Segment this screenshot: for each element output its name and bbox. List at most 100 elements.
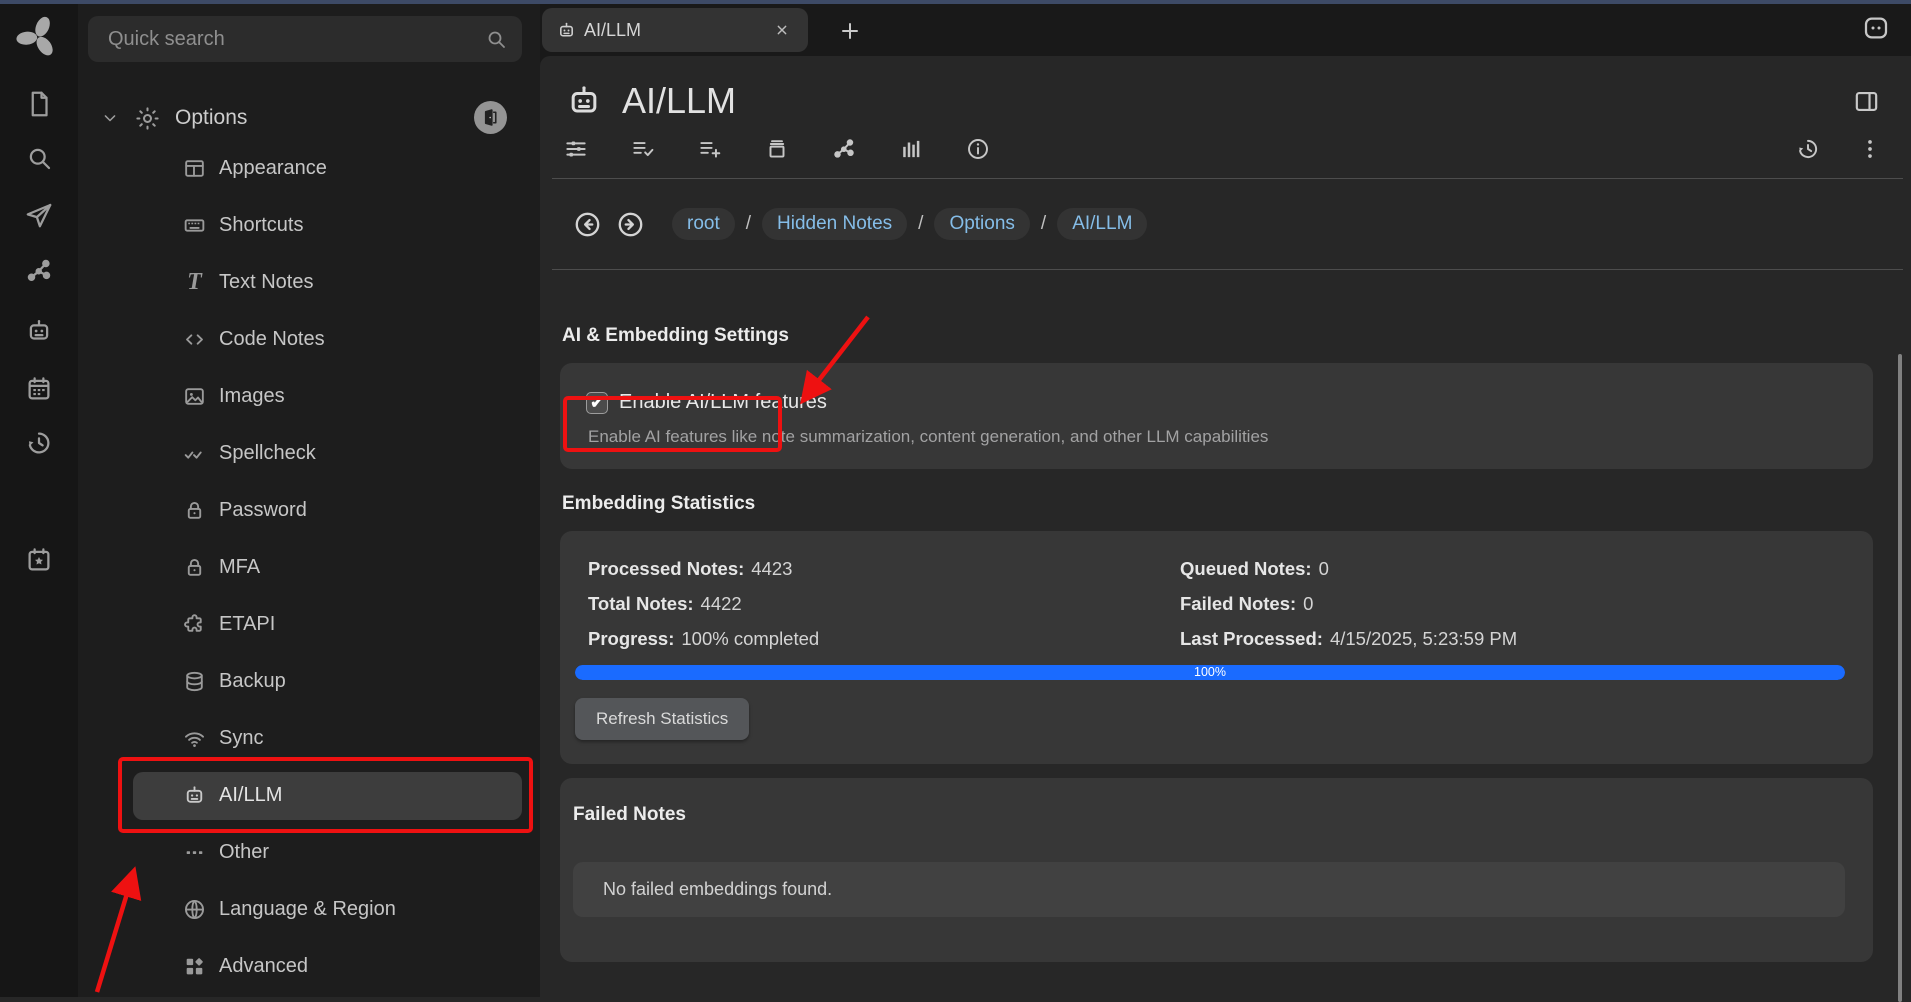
stat-processed-notes: Processed Notes:4423: [588, 551, 1180, 586]
sidebar-item-backup[interactable]: Backup: [78, 653, 540, 710]
kebab-menu-icon[interactable]: [1857, 136, 1883, 162]
enable-ai-checkbox[interactable]: ✔: [586, 392, 608, 414]
main-pane: AI/LLM AI/LLM: [540, 4, 1911, 997]
bookmarked-day-icon[interactable]: [24, 545, 54, 575]
breadcrumb-divider: [552, 269, 1903, 270]
new-tab-button[interactable]: [828, 14, 860, 46]
lock-icon: [182, 555, 207, 580]
stat-queued-notes: Queued Notes:0: [1180, 551, 1845, 586]
sidebar-item-code-notes[interactable]: Code Notes: [78, 311, 540, 368]
chevron-down-icon[interactable]: [100, 108, 120, 128]
failed-notes-empty-message: No failed embeddings found.: [573, 862, 1845, 917]
info-circle-icon[interactable]: [965, 136, 991, 162]
sidebar-item-etapi[interactable]: ETAPI: [78, 596, 540, 653]
spellcheck-icon: [182, 441, 207, 466]
right-panel-toggle-icon[interactable]: [1852, 87, 1881, 116]
sidebar-item-options[interactable]: Options: [78, 96, 540, 140]
ai-settings-card: ✔ Enable AI/LLM features Enable AI featu…: [560, 363, 1873, 469]
stat-total-notes: Total Notes:4422: [588, 586, 1180, 621]
sidebar-item-label: Shortcuts: [219, 214, 303, 237]
scrollbar-thumb[interactable]: [1898, 354, 1902, 1002]
relation-map-icon[interactable]: [24, 256, 54, 286]
keyboard-icon: [182, 213, 207, 238]
appearance-icon: [182, 156, 207, 181]
new-note-icon[interactable]: [24, 89, 54, 119]
sidebar-item-language-region[interactable]: Language & Region: [78, 881, 540, 938]
enable-ai-description: Enable AI features like note summarizati…: [586, 427, 1847, 447]
sidebar-item-advanced[interactable]: Advanced: [78, 938, 540, 995]
refresh-statistics-button[interactable]: Refresh Statistics: [575, 698, 749, 740]
sidebar-item-label: Appearance: [219, 157, 327, 180]
breadcrumb-item-options[interactable]: Options: [934, 208, 1029, 240]
sidebar-item-spellcheck[interactable]: Spellcheck: [78, 425, 540, 482]
embedding-stats-card: Processed Notes:4423Total Notes:4422Prog…: [560, 531, 1873, 764]
sidebar-item-ai-llm[interactable]: AI/LLM: [78, 767, 540, 824]
sidebar-item-images[interactable]: Images: [78, 368, 540, 425]
inherited-attributes-icon[interactable]: [697, 136, 723, 162]
sidebar-item-label: Sync: [219, 727, 263, 750]
options-sections: AI & Embedding Settings ✔ Enable AI/LLM …: [540, 325, 1911, 962]
puzzle-icon: [182, 612, 207, 637]
calendar-icon[interactable]: [24, 374, 54, 404]
chat-bubble-icon[interactable]: [1861, 13, 1891, 43]
nav-back-icon[interactable]: [572, 209, 603, 240]
sidebar-item-label: Text Notes: [219, 271, 313, 294]
stat-last-processed: Last Processed:4/15/2025, 5:23:59 PM: [1180, 621, 1845, 656]
sidebar-item-label: Options: [175, 106, 247, 130]
sidebar-item-mfa[interactable]: MFA: [78, 539, 540, 596]
basic-properties-icon[interactable]: [563, 136, 589, 162]
launcher-bar: [0, 4, 78, 997]
sidebar-item-password[interactable]: Password: [78, 482, 540, 539]
sidebar-item-label: Password: [219, 499, 307, 522]
quick-search-input[interactable]: [106, 27, 484, 52]
note-tree-sidebar: Options Appearance Shortcuts TText NotesCo…: [78, 4, 540, 997]
enable-ai-row[interactable]: ✔ Enable AI/LLM features: [586, 391, 1847, 414]
quick-search-box[interactable]: [88, 16, 522, 62]
search-icon: [484, 27, 508, 51]
owned-attributes-icon[interactable]: [630, 136, 656, 162]
sidebar-item-label: Backup: [219, 670, 286, 693]
sidebar-item-label: MFA: [219, 556, 260, 579]
search-icon[interactable]: [24, 143, 54, 173]
recent-changes-icon[interactable]: [24, 428, 54, 458]
sidebar-item-appearance[interactable]: Appearance: [78, 140, 540, 197]
sidebar-item-other[interactable]: Other: [78, 824, 540, 881]
squares-icon: [182, 954, 207, 979]
jump-to-icon[interactable]: [24, 200, 54, 230]
trilium-logo-icon: [13, 12, 63, 62]
ai-chat-icon[interactable]: [24, 316, 54, 346]
image-icon: [182, 384, 207, 409]
note-title: AI/LLM: [622, 80, 736, 122]
embedding-progress-bar: 100%: [575, 665, 1845, 680]
door-open-icon[interactable]: [474, 101, 507, 134]
failed-notes-heading: Failed Notes: [573, 804, 1845, 826]
stat-progress: Progress:100% completed: [588, 621, 1180, 656]
robot-icon: [556, 20, 577, 41]
embedding-stats-heading: Embedding Statistics: [562, 493, 1873, 515]
breadcrumb: root/Hidden Notes/Options/AI/LLM: [540, 179, 1911, 269]
tab-ai-llm[interactable]: AI/LLM: [542, 8, 808, 52]
sidebar-item-label: Advanced: [219, 955, 308, 978]
enable-ai-label[interactable]: Enable AI/LLM features: [619, 391, 827, 414]
sidebar-item-label: AI/LLM: [219, 784, 282, 807]
robot-icon: [182, 783, 207, 808]
note-detail-pane: AI/LLM root/Hidden Notes/Options/AI/LLM …: [540, 56, 1911, 997]
sidebar-item-text-notes[interactable]: TText Notes: [78, 254, 540, 311]
sidebar-item-sync[interactable]: Sync: [78, 710, 540, 767]
sidebar-item-shortcuts[interactable]: Shortcuts: [78, 197, 540, 254]
close-icon[interactable]: [774, 22, 790, 38]
stat-failed-notes: Failed Notes:0: [1180, 586, 1845, 621]
nav-forward-icon[interactable]: [615, 209, 646, 240]
note-paths-icon[interactable]: [764, 136, 790, 162]
note-title-row: AI/LLM: [540, 56, 1911, 122]
sidebar-item-label: Language & Region: [219, 898, 396, 921]
note-toolbar: [540, 136, 1911, 178]
breadcrumb-item-root[interactable]: root: [672, 208, 735, 240]
breadcrumb-item-hidden-notes[interactable]: Hidden Notes: [762, 208, 907, 240]
embedding-progress-fill: 100%: [575, 665, 1845, 680]
note-info-icon[interactable]: [898, 136, 924, 162]
breadcrumb-item-ai-llm[interactable]: AI/LLM: [1057, 208, 1147, 240]
note-map-icon[interactable]: [831, 136, 857, 162]
note-revisions-icon[interactable]: [1795, 136, 1821, 162]
breadcrumb-separator: /: [746, 213, 751, 235]
